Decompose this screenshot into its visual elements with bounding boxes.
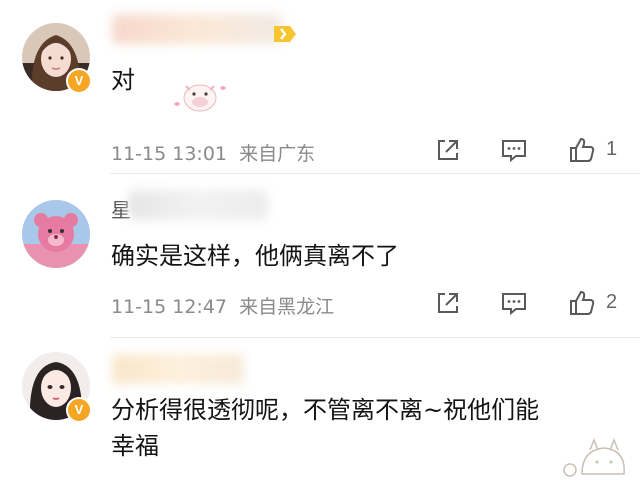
comment-time: 11-15 12:47 <box>111 296 228 318</box>
username-blurred[interactable] <box>128 190 268 220</box>
username-blurred[interactable] <box>112 354 244 384</box>
comment-location: 来自黑龙江 <box>239 296 335 318</box>
level-badge-icon <box>274 26 296 42</box>
like-count: 2 <box>606 291 618 313</box>
thumbs-up-icon[interactable] <box>568 136 596 164</box>
comment-location: 来自广东 <box>239 143 316 165</box>
verified-badge: V <box>66 397 92 423</box>
comment-icon[interactable] <box>500 136 528 164</box>
comment-text: 对 <box>111 66 135 94</box>
verified-badge: V <box>66 68 92 94</box>
comment-actions: 1 <box>430 136 630 170</box>
username-blurred[interactable] <box>112 14 282 44</box>
comment-item: 星 确实是这样，他俩真离不了 11-15 12:47 来自黑龙江 2 <box>0 174 640 338</box>
comment-item: V 分析得很透彻呢，不管离不离~祝他们能 幸福 <box>0 338 640 491</box>
comment-text-line2: 幸福 <box>111 432 159 460</box>
comment-meta: 11-15 12:47 来自黑龙江 <box>111 292 334 319</box>
share-icon[interactable] <box>434 136 462 164</box>
user-avatar[interactable] <box>22 200 90 268</box>
comment-text: 确实是这样，他俩真离不了 <box>111 242 399 270</box>
comment-text: 分析得很透彻呢，不管离不离~祝他们能 <box>111 396 540 424</box>
comment-item: V 对 11-15 13:01 来自广东 1 <box>0 0 640 174</box>
comment-actions: 2 <box>430 289 630 323</box>
like-count: 1 <box>606 138 618 160</box>
pink-cow-emoji <box>174 84 226 112</box>
comment-meta: 11-15 13:01 来自广东 <box>111 139 315 166</box>
share-icon[interactable] <box>434 289 462 317</box>
comment-icon[interactable] <box>500 289 528 317</box>
watermark-cow-icon <box>563 437 625 477</box>
comment-time: 11-15 13:01 <box>111 143 228 165</box>
thumbs-up-icon[interactable] <box>568 289 596 317</box>
